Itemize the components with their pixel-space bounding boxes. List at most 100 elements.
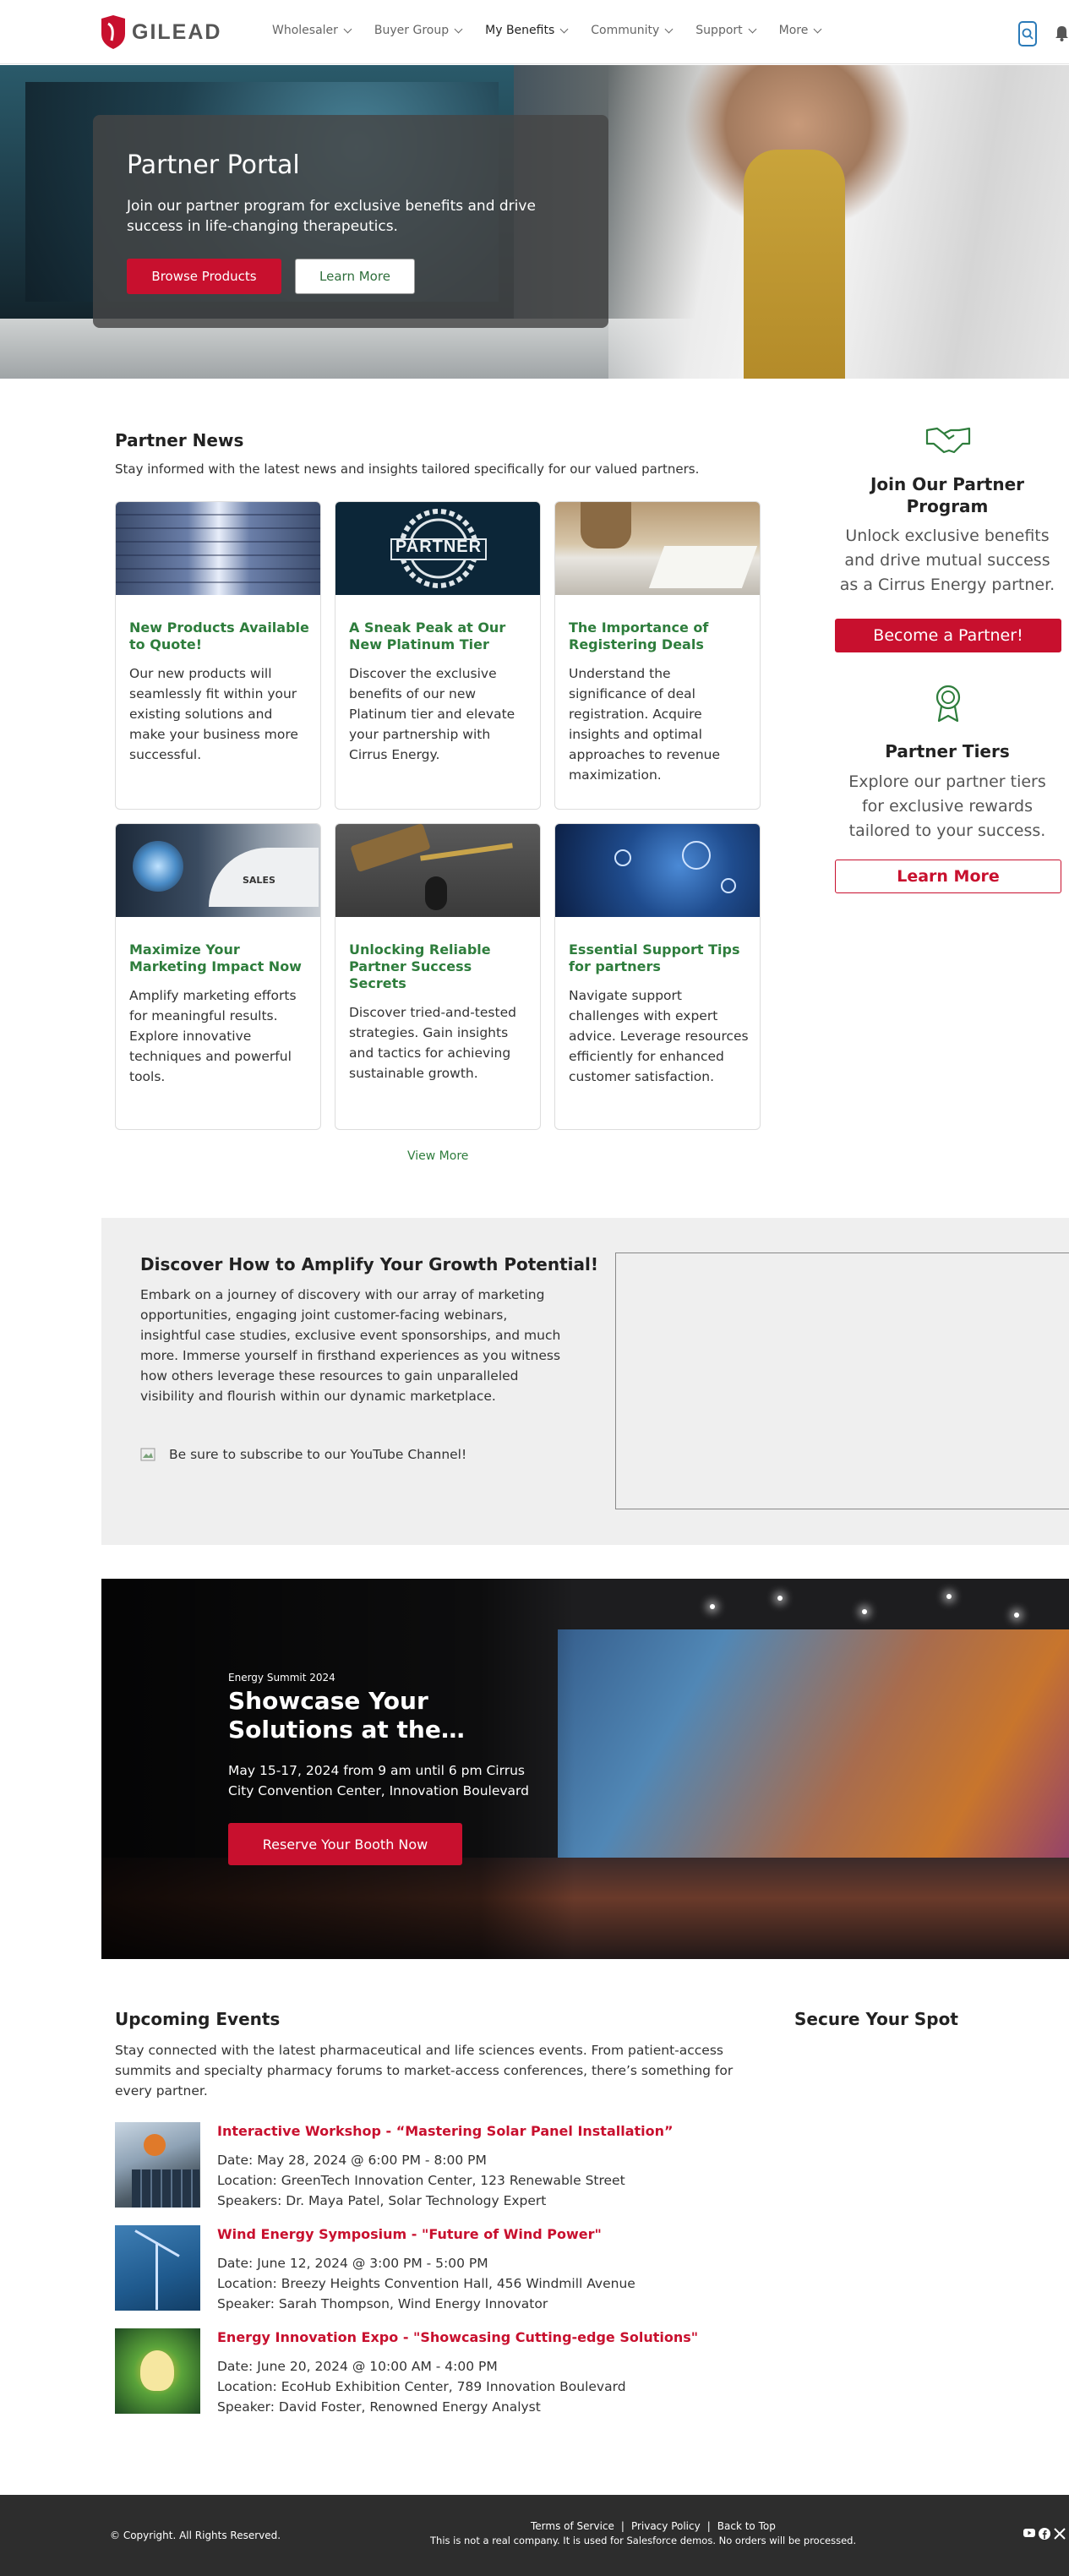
sales-dial-image: SALES	[116, 824, 320, 917]
summit-title: Showcase Your Solutions at the…	[228, 1687, 465, 1744]
video-embed[interactable]	[615, 1253, 1069, 1509]
card-text: Navigate support challenges with expert …	[569, 988, 749, 1084]
x-icon[interactable]	[1054, 2528, 1066, 2540]
broken-image-icon	[140, 1448, 155, 1461]
ceiling-light	[710, 1604, 715, 1609]
hero-subtitle: Join our partner program for exclusive b…	[127, 198, 536, 235]
logo-shield-icon	[101, 15, 125, 49]
footer-copyright: © Copyright. All Rights Reserved.	[110, 2530, 281, 2541]
card-text: Discover the exclusive benefits of our n…	[349, 666, 515, 762]
upcoming-events-subtitle: Stay connected with the latest pharmaceu…	[115, 2043, 734, 2098]
partner-news-title: Partner News	[115, 430, 244, 450]
card-text: Amplify marketing efforts for meaningful…	[129, 988, 297, 1084]
nav-item-community[interactable]: Community	[591, 24, 674, 37]
nav-label: Buyer Group	[374, 24, 450, 37]
deal-meeting-image	[555, 502, 760, 595]
sales-dial-text: SALES	[243, 875, 275, 886]
card-text: Discover tried-and-tested strategies. Ga…	[349, 1005, 516, 1081]
innovation-expo-image	[115, 2328, 200, 2414]
partner-seal-text: PARTNER	[395, 538, 483, 556]
nav-item-my-benefits[interactable]: My Benefits	[485, 24, 569, 37]
back-to-top-link[interactable]: Back to Top	[717, 2520, 776, 2532]
become-partner-button[interactable]: Become a Partner!	[835, 619, 1061, 652]
youtube-icon[interactable]	[1023, 2528, 1035, 2538]
news-card[interactable]: The Importance of Registering Deals Unde…	[554, 501, 761, 810]
nav-label: My Benefits	[485, 24, 555, 37]
chevron-down-icon	[454, 25, 463, 33]
event-location: Location: Breezy Heights Convention Hall…	[217, 2276, 635, 2291]
event-title-link[interactable]: Wind Energy Symposium - "Future of Wind …	[217, 2226, 602, 2242]
news-card[interactable]: PARTNER A Sneak Peak at Our New Platinum…	[335, 501, 541, 810]
nav-label: Wholesaler	[272, 24, 338, 37]
footer-separator: |	[706, 2520, 711, 2532]
youtube-subscribe[interactable]: Be sure to subscribe to our YouTube Chan…	[140, 1447, 466, 1462]
event-date: Date: May 28, 2024 @ 6:00 PM - 8:00 PM	[217, 2153, 487, 2168]
facebook-icon[interactable]	[1039, 2528, 1050, 2540]
discover-text: Embark on a journey of discovery with ou…	[140, 1287, 561, 1404]
nav-item-wholesaler[interactable]: Wholesaler	[272, 24, 352, 37]
youtube-subscribe-text: Be sure to subscribe to our YouTube Chan…	[169, 1447, 467, 1462]
event-date: Date: June 12, 2024 @ 3:00 PM - 5:00 PM	[217, 2256, 488, 2271]
nav-item-support[interactable]: Support	[695, 24, 757, 37]
card-title: New Products Available to Quote!	[129, 619, 309, 652]
award-icon	[935, 685, 961, 723]
search-button[interactable]	[1018, 21, 1037, 46]
search-icon	[1022, 28, 1034, 40]
event-speaker: Speakers: Dr. Maya Patel, Solar Technolo…	[217, 2193, 547, 2208]
secure-spot-title: Secure Your Spot	[794, 2009, 958, 2029]
nav-item-more[interactable]: More	[779, 24, 822, 37]
card-text: Our new products will seamlessly fit wit…	[129, 666, 298, 762]
view-more-link[interactable]: View More	[407, 1149, 468, 1163]
chevron-down-icon	[813, 25, 822, 33]
event-date: Date: June 20, 2024 @ 10:00 AM - 4:00 PM	[217, 2359, 498, 2374]
news-card[interactable]: New Products Available to Quote! Our new…	[115, 501, 321, 810]
partner-tiers-title: Partner Tiers	[885, 741, 1010, 761]
wind-symposium-image	[115, 2225, 200, 2311]
event-title-link[interactable]: Energy Innovation Expo - "Showcasing Cut…	[217, 2329, 698, 2345]
card-title: Essential Support Tips for partners	[569, 941, 740, 974]
solar-workshop-image	[115, 2122, 200, 2208]
ceiling-light	[862, 1609, 867, 1614]
summit-text: May 15-17, 2024 from 9 am until 6 pm Cir…	[228, 1763, 529, 1798]
card-title: Unlocking Reliable Partner Success Secre…	[349, 941, 491, 991]
ceiling-light	[1014, 1613, 1019, 1618]
chevron-down-icon	[664, 25, 674, 33]
notifications-button[interactable]	[1055, 25, 1069, 41]
warehouse-image	[116, 502, 320, 595]
hero-learn-more-button[interactable]: Learn More	[295, 259, 415, 294]
handshake-icon	[925, 427, 971, 454]
terms-link[interactable]: Terms of Service	[531, 2520, 614, 2532]
news-card[interactable]: SALES Maximize Your Marketing Impact Now…	[115, 823, 321, 1130]
main-menu: Wholesaler Buyer Group My Benefits Commu…	[272, 24, 844, 37]
reserve-booth-button[interactable]: Reserve Your Booth Now	[228, 1823, 462, 1865]
chevron-down-icon	[559, 25, 569, 33]
card-title: Maximize Your Marketing Impact Now	[129, 941, 302, 974]
join-program-text: Unlock exclusive benefits and drive mutu…	[839, 527, 1055, 594]
privacy-link[interactable]: Privacy Policy	[631, 2520, 701, 2532]
footer-disclaimer: This is not a real company. It is used f…	[430, 2535, 857, 2546]
event-location: Location: EcoHub Exhibition Center, 789 …	[217, 2379, 626, 2394]
hero-background-shirt	[744, 150, 845, 379]
news-card[interactable]: Unlocking Reliable Partner Success Secre…	[335, 823, 541, 1130]
partner-tiers-text: Explore our partner tiers for exclusive …	[848, 772, 1046, 840]
summit-eyebrow: Energy Summit 2024	[228, 1672, 335, 1684]
chevron-down-icon	[343, 25, 352, 33]
join-program-title: Join Our Partner Program	[870, 474, 1024, 516]
event-title-link[interactable]: Interactive Workshop - “Mastering Solar …	[217, 2123, 674, 2139]
hero-title: Partner Portal	[127, 150, 300, 180]
news-card[interactable]: Essential Support Tips for partners Navi…	[554, 823, 761, 1130]
footer-separator: |	[620, 2520, 624, 2532]
chevron-down-icon	[748, 25, 757, 33]
tiers-learn-more-button[interactable]: Learn More	[835, 860, 1061, 893]
card-text: Understand the significance of deal regi…	[569, 666, 721, 783]
browse-products-button[interactable]: Browse Products	[127, 259, 281, 294]
bell-icon	[1055, 26, 1068, 41]
gilead-logo[interactable]: GILEAD	[100, 15, 221, 49]
event-location: Location: GreenTech Innovation Center, 1…	[217, 2173, 625, 2188]
nav-label: Support	[695, 24, 743, 37]
logo-text: GILEAD	[132, 19, 222, 44]
support-tech-image	[555, 824, 760, 917]
nav-item-buyer-group[interactable]: Buyer Group	[374, 24, 463, 37]
card-title: A Sneak Peak at Our New Platinum Tier	[349, 619, 506, 652]
partner-badge-image: PARTNER	[335, 502, 540, 595]
